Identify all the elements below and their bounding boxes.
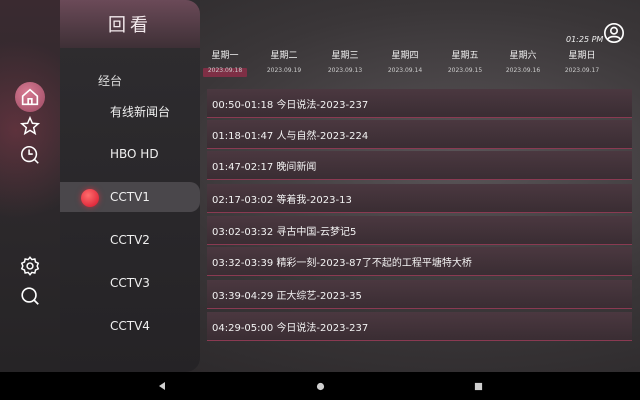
program-row[interactable]: 03:02-03:32 寻古中国-云梦记5 [207, 216, 632, 245]
panel-title: 回看 [60, 0, 200, 48]
channel-item[interactable]: CCTV4 [60, 311, 200, 341]
settings-icon[interactable] [17, 253, 43, 279]
program-text: 01:47-02:17 晚间新闻 [207, 158, 316, 173]
day-name: 星期三 [331, 51, 359, 61]
channel-name: CCTV2 [110, 233, 150, 247]
navigation-bar [0, 372, 640, 400]
program-text: 03:02-03:32 寻古中国-云梦记5 [207, 223, 356, 238]
day-tab[interactable]: 星期日 2023.09.17 [557, 48, 607, 74]
channel-name: 有线新闻台 [110, 104, 171, 119]
day-name: 星期二 [270, 51, 298, 61]
program-time: 03:02-03:32 [212, 226, 274, 238]
channel-item[interactable]: HBO HD [60, 139, 200, 169]
program-time: 01:18-01:47 [212, 130, 274, 142]
program-title: 寻古中国-云梦记5 [276, 226, 357, 238]
channel-item[interactable]: CCTV3 [60, 268, 200, 298]
clock: 01:25 PM [566, 35, 604, 44]
program-text: 02:17-03:02 等着我-2023-13 [207, 191, 352, 206]
user-icon[interactable] [603, 22, 625, 44]
day-tab[interactable]: 星期五 2023.09.15 [440, 48, 490, 74]
program-time: 04:29-05:00 [212, 322, 274, 334]
program-row[interactable]: 03:32-03:39 精彩一刻-2023-87了不起的工程平塘特大桥 [207, 247, 632, 276]
day-date: 2023.09.17 [564, 67, 600, 74]
day-name: 星期五 [451, 51, 479, 61]
program-title: 今日说法-2023-237 [276, 322, 369, 334]
day-date: 2023.09.19 [266, 67, 302, 74]
program-text: 03:39-04:29 正大综艺-2023-35 [207, 287, 362, 302]
program-row[interactable]: 01:18-01:47 人与自然-2023-224 [207, 120, 632, 149]
program-title: 正大综艺-2023-35 [276, 290, 362, 302]
clock-icon[interactable] [17, 142, 43, 168]
program-title: 今日说法-2023-237 [276, 99, 369, 111]
day-tab[interactable]: 星期三 2023.09.13 [320, 48, 370, 74]
day-date: 2023.09.14 [387, 67, 423, 74]
channel-name: HBO HD [110, 147, 159, 161]
day-name: 星期日 [568, 51, 596, 61]
back-icon[interactable] [155, 380, 169, 392]
channel-item[interactable]: CCTV2 [60, 225, 200, 255]
program-text: 01:18-01:47 人与自然-2023-224 [207, 127, 368, 142]
channel-group-label[interactable]: 经台 [60, 72, 160, 89]
program-row[interactable]: 04:29-05:00 今日说法-2023-237 [207, 312, 632, 341]
channel-item[interactable]: 有线新闻台 [60, 96, 200, 126]
recents-icon[interactable] [471, 380, 485, 392]
search-icon[interactable] [17, 283, 43, 309]
day-date: 2023.09.15 [447, 67, 483, 74]
program-title: 人与自然-2023-224 [276, 130, 369, 142]
program-time: 03:32-03:39 [212, 257, 274, 269]
program-text: 03:32-03:39 精彩一刻-2023-87了不起的工程平塘特大桥 [207, 254, 472, 269]
channel-item-active[interactable]: CCTV1 [60, 182, 200, 212]
rail-background [0, 0, 100, 372]
program-time: 03:39-04:29 [212, 290, 274, 302]
record-dot-icon [81, 189, 99, 207]
program-row[interactable]: 03:39-04:29 正大综艺-2023-35 [207, 280, 632, 309]
program-time: 00:50-01:18 [212, 99, 274, 111]
program-text: 00:50-01:18 今日说法-2023-237 [207, 96, 368, 111]
program-title: 等着我-2023-13 [276, 194, 352, 206]
channel-name: CCTV3 [110, 276, 150, 290]
day-name: 星期一 [211, 51, 239, 61]
channel-name: CCTV4 [110, 319, 150, 333]
star-icon[interactable] [17, 113, 43, 139]
channel-panel: 回看 有线新闻台 HBO HD CCTV1 CCTV2 CCTV3 CCTV4 [60, 0, 200, 372]
program-title: 精彩一刻-2023-87了不起的工程平塘特大桥 [276, 257, 472, 269]
day-date: 2023.09.13 [327, 67, 363, 74]
channel-name: CCTV1 [110, 190, 150, 204]
program-row[interactable]: 01:47-02:17 晚间新闻 [207, 151, 632, 180]
program-row[interactable]: 02:17-03:02 等着我-2023-13 [207, 184, 632, 213]
app-screen: 回看 有线新闻台 HBO HD CCTV1 CCTV2 CCTV3 CCTV4 … [0, 0, 640, 372]
program-time: 02:17-03:02 [212, 194, 274, 206]
day-tab[interactable]: 星期六 2023.09.16 [498, 48, 548, 74]
program-title: 晚间新闻 [276, 161, 317, 173]
day-tab[interactable]: 星期四 2023.09.14 [380, 48, 430, 74]
day-date: 2023.09.16 [505, 67, 541, 74]
day-name: 星期四 [391, 51, 419, 61]
program-row[interactable]: 00:50-01:18 今日说法-2023-237 [207, 89, 632, 118]
day-tab[interactable]: 星期二 2023.09.19 [259, 48, 309, 74]
day-name: 星期六 [509, 51, 537, 61]
home-icon[interactable] [17, 84, 43, 110]
program-text: 04:29-05:00 今日说法-2023-237 [207, 319, 368, 334]
home-nav-icon[interactable] [313, 380, 327, 392]
program-time: 01:47-02:17 [212, 161, 274, 173]
day-tab-active[interactable]: 星期一 2023.09.18 [200, 48, 250, 77]
day-date: 2023.09.18 [207, 67, 243, 74]
